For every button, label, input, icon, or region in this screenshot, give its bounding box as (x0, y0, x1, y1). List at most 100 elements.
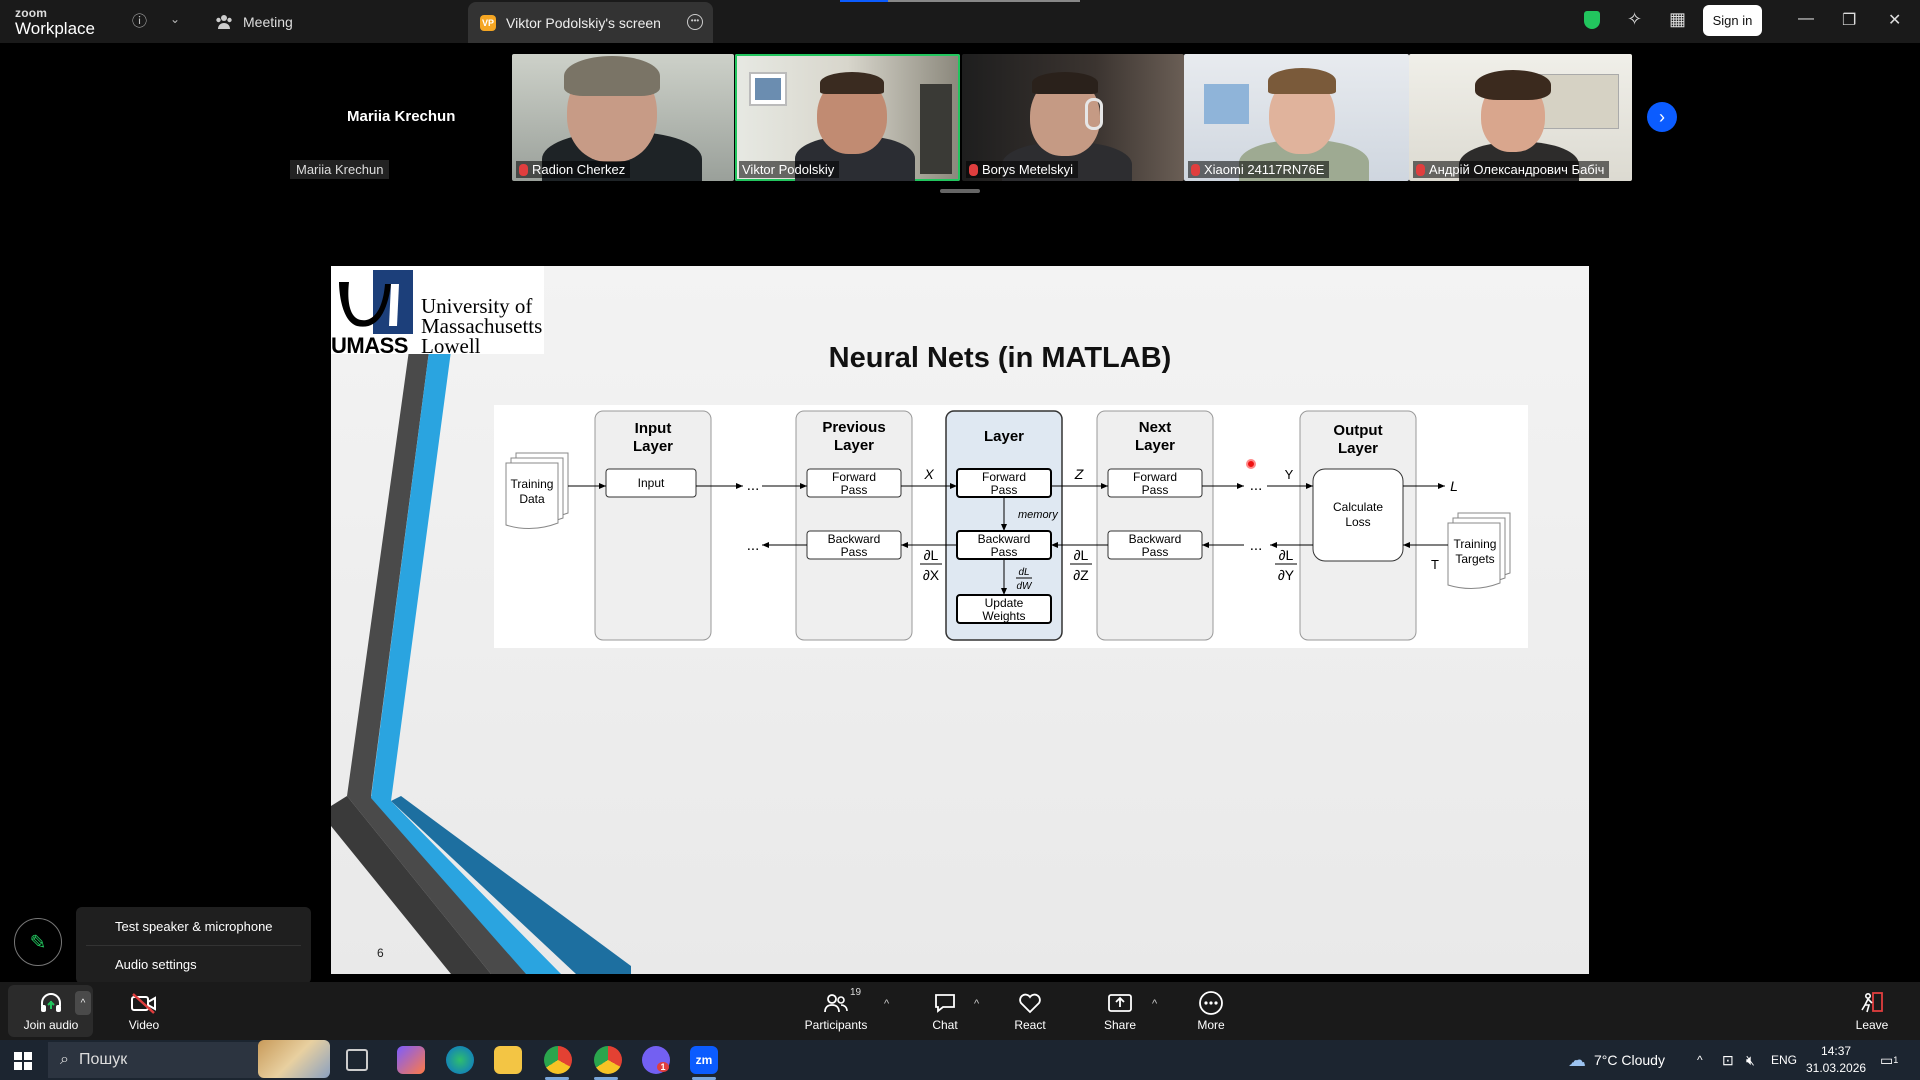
university-line1: University of (421, 294, 533, 318)
training-targets-label-2: Targets (1455, 552, 1494, 566)
zoom-taskbar-icon[interactable]: zm (690, 1046, 718, 1074)
muted-mic-icon (519, 163, 528, 176)
chevron-down-icon[interactable]: ⌄ (170, 12, 180, 26)
notifications-icon[interactable]: ▭ 1 (1880, 1040, 1898, 1080)
ellipsis-fwd-2: ... (1250, 477, 1263, 494)
ellipsis-bwd-2: ... (1250, 537, 1263, 554)
language-indicator[interactable]: ENG (1771, 1040, 1797, 1080)
muted-mic-icon (969, 163, 978, 176)
input-layer-title-1: Input (635, 420, 672, 437)
dl-z-den: ∂Z (1073, 567, 1089, 583)
participant-name: Андрій Олександрович Бабіч (1429, 162, 1605, 177)
var-z: Z (1074, 466, 1084, 482)
file-explorer-icon[interactable] (494, 1046, 522, 1074)
leave-label: Leave (1855, 1017, 1889, 1032)
var-x: X (923, 466, 934, 482)
more-button[interactable]: More (1191, 982, 1231, 1040)
test-speaker-mic-item[interactable]: Test speaker & microphone (115, 919, 273, 934)
share-caret-icon[interactable]: ^ (1152, 998, 1157, 1010)
participants-caret-icon[interactable]: ^ (884, 998, 889, 1010)
apps-icon[interactable]: ▦ (1669, 9, 1686, 30)
volume-muted-icon[interactable]: 🔇︎ (1746, 1040, 1755, 1080)
minimize-icon[interactable]: — (1798, 10, 1814, 28)
audio-options-caret[interactable]: ^ (75, 991, 91, 1015)
var-y: Y (1285, 467, 1294, 482)
logo-top-text: zoom (15, 6, 48, 20)
close-icon[interactable]: ✕ (1888, 10, 1901, 30)
share-button[interactable]: Share (1099, 982, 1141, 1040)
video-tile[interactable]: Xiaomi 24117RN76E (1184, 54, 1409, 181)
more-icon (1198, 990, 1224, 1015)
windows-start-icon[interactable] (14, 1052, 32, 1070)
pencil-icon: ✎ (29, 931, 47, 954)
layer-backward-label-1: Backward (978, 532, 1031, 546)
share-screen-icon (1107, 991, 1133, 1015)
video-tile[interactable]: Borys Metelskyi (962, 54, 1184, 181)
participants-icon (216, 14, 232, 29)
more-options-icon[interactable]: ••• (687, 14, 703, 30)
video-label: Video (128, 1017, 160, 1032)
network-icon[interactable]: ⊡ (1722, 1040, 1734, 1080)
layer-forward-label-1: Forward (982, 470, 1026, 484)
output-layer-title-1: Output (1333, 422, 1382, 439)
resize-handle[interactable] (940, 189, 980, 193)
next-backward-label-2: Pass (1142, 545, 1169, 559)
participant-name-tag: Radion Cherkez (516, 161, 631, 178)
search-placeholder: Пошук (78, 1051, 128, 1068)
next-forward-label-2: Pass (1142, 483, 1169, 497)
chrome-icon[interactable] (544, 1046, 572, 1074)
restore-icon[interactable]: ❐ (1842, 10, 1856, 30)
system-clock[interactable]: 14:37 31.03.2026 (1806, 1043, 1866, 1077)
audio-menu: Test speaker & microphone Audio settings (76, 907, 311, 984)
show-hidden-icons[interactable]: ^ (1697, 1040, 1703, 1080)
video-tile[interactable]: Андрій Олександрович Бабіч (1409, 54, 1632, 181)
copilot-icon[interactable] (397, 1046, 425, 1074)
self-name-heading: Mariia Krechun (347, 108, 456, 125)
next-backward-label-1: Backward (1129, 532, 1182, 546)
cloud-icon: ☁ (1568, 1049, 1586, 1070)
memory-label: memory (1018, 509, 1059, 521)
video-button[interactable]: Video (120, 982, 168, 1040)
calculate-loss-label-2: Loss (1345, 515, 1370, 529)
participants-button[interactable]: 19 Participants (798, 982, 874, 1040)
next-layer-title-2: Layer (1135, 437, 1175, 454)
layer-title: Layer (984, 428, 1024, 445)
weather-widget[interactable]: ☁ 7°C Cloudy (1568, 1040, 1665, 1080)
prev-layer-title-1: Previous (822, 419, 885, 436)
task-view-icon[interactable] (346, 1049, 368, 1071)
tab-meeting[interactable]: Meeting (215, 0, 293, 43)
video-tile[interactable]: Radion Cherkez (512, 54, 734, 181)
audio-settings-item[interactable]: Audio settings (115, 957, 197, 972)
info-icon[interactable]: ⓘ (132, 10, 147, 31)
prev-layer-title-2: Layer (834, 437, 874, 454)
leave-button[interactable]: Leave (1852, 982, 1892, 1040)
chat-caret-icon[interactable]: ^ (974, 998, 979, 1010)
university-line2: Massachusetts (421, 314, 543, 338)
sign-in-button[interactable]: Sign in (1703, 5, 1762, 36)
annotate-button[interactable]: ✎ (14, 918, 62, 966)
ai-companion-icon[interactable]: ✧ (1627, 9, 1642, 30)
edge-icon[interactable] (446, 1046, 474, 1074)
participant-name: Xiaomi 24117RN76E (1204, 162, 1325, 177)
viber-icon[interactable]: 1 (642, 1046, 670, 1074)
clock-date: 31.03.2026 (1806, 1061, 1867, 1075)
chrome-profile-icon[interactable] (594, 1046, 622, 1074)
training-targets-label-1: Training (1454, 537, 1497, 551)
presentation-slide: UMASS University of Massachusetts Lowell… (331, 266, 1589, 974)
input-layer-title-2: Layer (633, 438, 673, 455)
participants-count: 19 (850, 986, 862, 998)
shield-icon[interactable] (1584, 11, 1600, 29)
participant-name-tag: Xiaomi 24117RN76E (1188, 161, 1330, 178)
chevron-right-icon: › (1659, 106, 1665, 127)
participant-name: Borys Metelskyi (982, 162, 1074, 177)
share-label: Share (1103, 1017, 1137, 1032)
tab-shared-screen[interactable]: VP Viktor Podolskiy's screen ••• (468, 2, 713, 43)
join-audio-button[interactable]: Join audio (22, 982, 80, 1040)
dl-y-den: ∂Y (1278, 567, 1295, 583)
input-box-label: Input (638, 476, 665, 490)
gallery-next-button[interactable]: › (1647, 102, 1677, 132)
video-tile-active-speaker[interactable]: Viktor Podolskiy (735, 54, 960, 181)
chat-button[interactable]: Chat (925, 982, 965, 1040)
react-button[interactable]: React (1010, 982, 1050, 1040)
presenter-badge: VP (480, 14, 496, 31)
